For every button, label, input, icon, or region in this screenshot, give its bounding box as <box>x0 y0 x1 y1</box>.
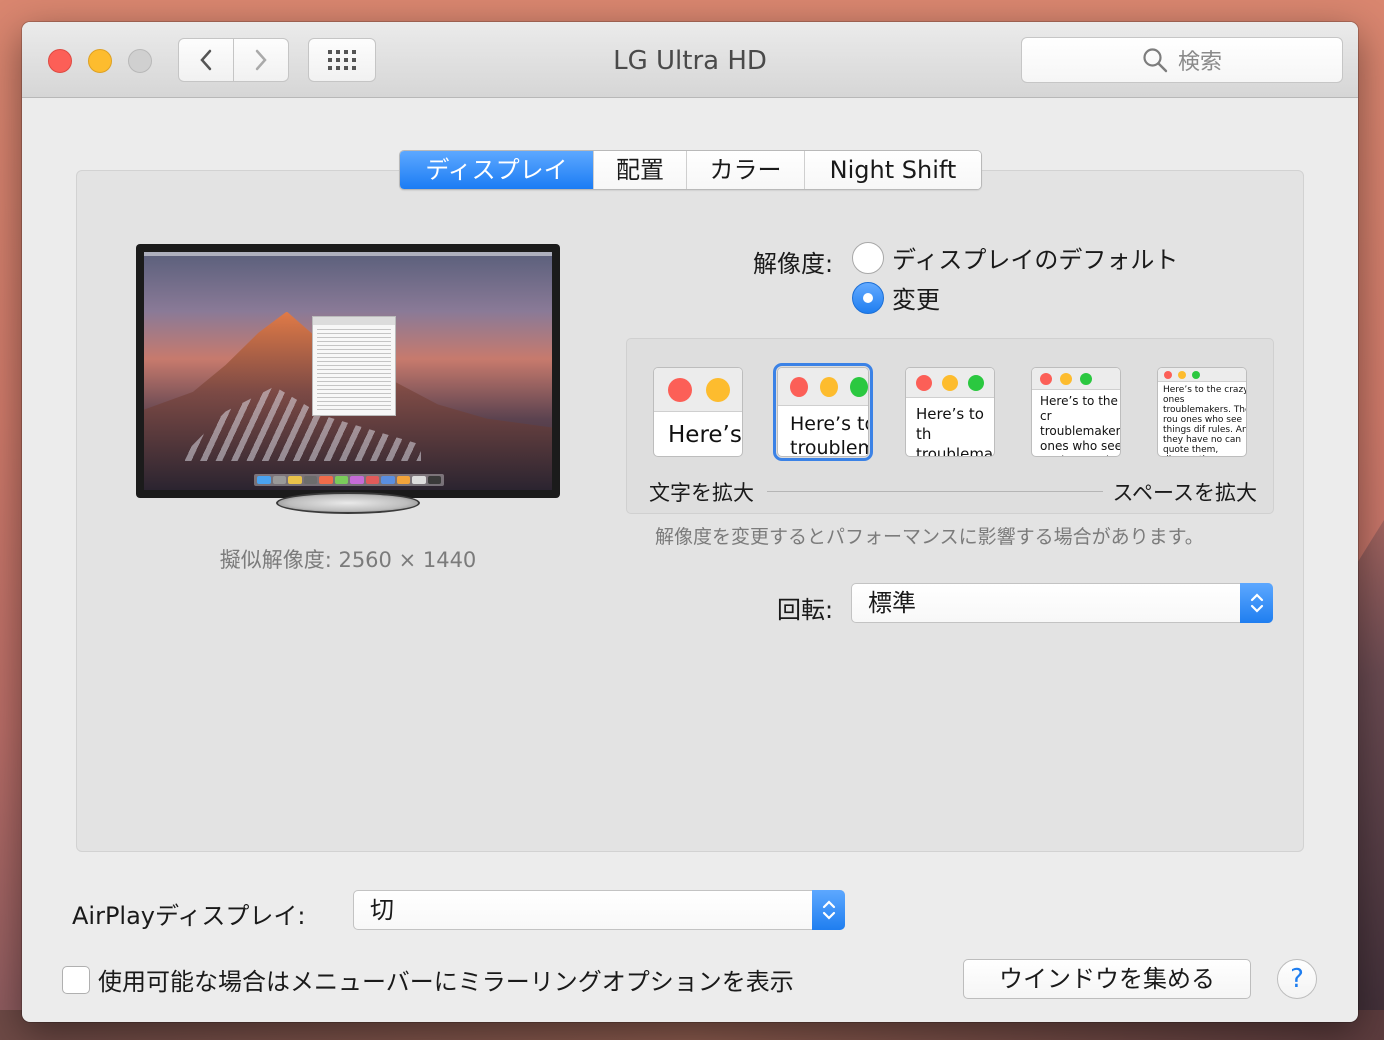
rotation-label: 回転: <box>777 596 834 624</box>
radio-scaled-button[interactable] <box>852 281 884 314</box>
scale-option-4[interactable]: Here’s to the cr troublemakers. ones who… <box>1031 367 1121 457</box>
titlebar: LG Ultra HD 検索 <box>22 22 1358 98</box>
scale-left-label: 文字を拡大 <box>649 481 754 505</box>
performance-note: 解像度を変更するとパフォーマンスに影響する場合があります。 <box>655 526 1204 548</box>
monitor-stand <box>276 492 420 514</box>
system-preferences-window: LG Ultra HD 検索 ディスプレイ 配置 カラー Night Shift… <box>22 22 1358 1022</box>
radio-default-label: ディスプレイのデフォルト <box>892 246 1179 274</box>
mirroring-option[interactable]: 使用可能な場合はメニューバーにミラーリングオプションを表示 <box>62 962 794 997</box>
airplay-label: AirPlayディスプレイ: <box>72 902 306 930</box>
monitor-preview <box>136 244 560 498</box>
scale-right-label: スペースを拡大 <box>1112 481 1257 505</box>
updown-chevron-icon <box>812 890 845 930</box>
preview-window <box>312 316 396 416</box>
help-button[interactable]: ? <box>1277 959 1317 999</box>
tab-night-shift[interactable]: Night Shift <box>805 151 981 189</box>
radio-default-button[interactable] <box>852 241 884 274</box>
mirroring-checkbox-label: 使用可能な場合はメニューバーにミラーリングオプションを表示 <box>98 968 794 996</box>
airplay-value: 切 <box>370 896 394 924</box>
tab-bar: ディスプレイ 配置 カラー Night Shift <box>399 150 982 190</box>
radio-scaled-label: 変更 <box>892 286 940 314</box>
radio-scaled[interactable]: 変更 <box>852 280 940 315</box>
scale-option-3[interactable]: Here’s to th troublemak ones who <box>905 367 995 457</box>
rotation-select[interactable]: 標準 <box>851 583 1273 623</box>
gather-windows-button[interactable]: ウインドウを集める <box>963 959 1251 999</box>
airplay-select[interactable]: 切 <box>353 890 845 930</box>
resolution-label: 解像度: <box>753 250 834 278</box>
tab-arrangement[interactable]: 配置 <box>594 151 687 189</box>
scaled-resolution-label: 擬似解像度: 2560 × 1440 <box>219 548 477 572</box>
search-placeholder: 検索 <box>1177 50 1222 75</box>
search-field[interactable]: 検索 <box>1021 37 1343 83</box>
scale-option-1[interactable]: Here’s <box>653 367 743 457</box>
preview-dock <box>254 474 444 486</box>
updown-chevron-icon <box>1240 583 1273 623</box>
mirroring-checkbox[interactable] <box>62 965 90 994</box>
rotation-value: 標準 <box>868 589 916 617</box>
monitor-screen <box>144 252 552 490</box>
tab-display[interactable]: ディスプレイ <box>400 151 594 189</box>
tab-color[interactable]: カラー <box>687 151 805 189</box>
scale-option-2[interactable]: Here’s to troublem <box>773 363 873 461</box>
scale-divider <box>767 491 1103 492</box>
radio-default[interactable]: ディスプレイのデフォルト <box>852 240 1178 275</box>
scale-option-5[interactable]: Here’s to the crazy ones troublemakers. … <box>1157 367 1247 457</box>
scale-options: Here’s Here’s to troublem Here’s to th t… <box>626 338 1274 514</box>
search-icon <box>1143 48 1168 73</box>
